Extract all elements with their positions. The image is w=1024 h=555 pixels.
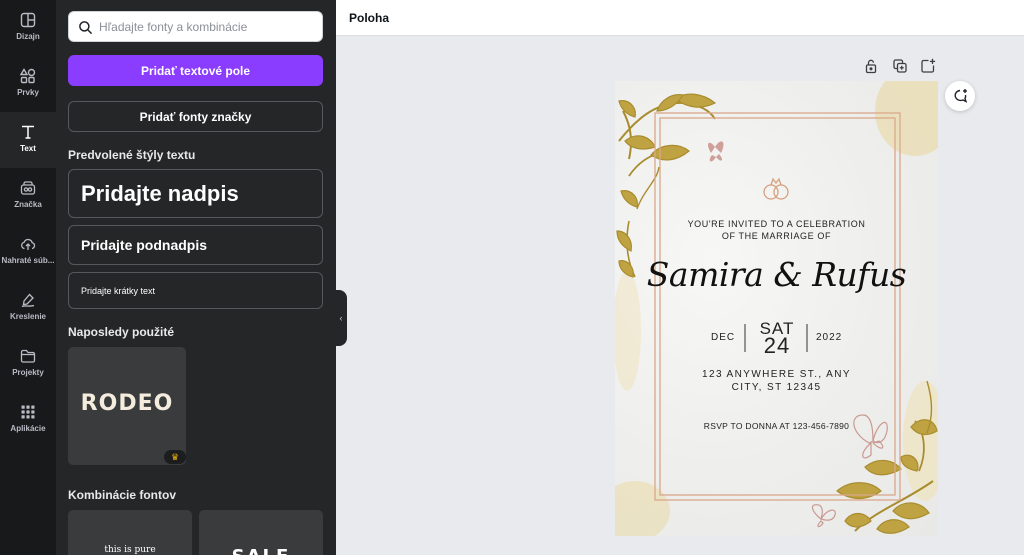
- layout-icon: [20, 12, 36, 28]
- design-page[interactable]: YOU'RE INVITED TO A CELEBRATION OF THE M…: [615, 81, 938, 536]
- rail-item-brand[interactable]: Značka: [0, 168, 56, 224]
- rail-item-label: Projekty: [12, 368, 44, 377]
- rail-item-label: Značka: [14, 200, 42, 209]
- gold-floral-ornament-top-left: [616, 93, 717, 278]
- search-icon: [79, 21, 93, 35]
- font-combination-card[interactable]: this is pure: [68, 510, 192, 555]
- chevron-left-icon: ‹: [339, 313, 343, 323]
- font-search-input[interactable]: [99, 16, 314, 38]
- lock-icon[interactable]: [863, 58, 879, 74]
- rsvp-line[interactable]: RSVP TO DONNA AT 123-456-7890: [615, 421, 938, 431]
- wedding-rings-icon: [763, 177, 789, 200]
- font-combination-preview: SALE: [199, 546, 323, 555]
- invitation-line-2[interactable]: OF THE MARRIAGE OF: [615, 231, 938, 241]
- font-search-box[interactable]: [68, 11, 323, 42]
- font-combination-preview: this is pure: [104, 545, 156, 555]
- collapse-panel-button[interactable]: ‹: [335, 290, 347, 346]
- recent-font-preview: RODEO: [80, 391, 174, 416]
- date-year[interactable]: 2022: [816, 332, 842, 343]
- rail-item-label: Text: [20, 144, 36, 153]
- add-comment-button[interactable]: [945, 81, 975, 111]
- shapes-icon: [20, 68, 36, 84]
- add-brand-fonts-button[interactable]: Pridať fonty značky: [68, 101, 323, 132]
- rail-item-design[interactable]: Dizajn: [0, 0, 56, 56]
- rail-item-label: Kreslenie: [9, 312, 47, 321]
- rail-item-label: Dizajn: [16, 32, 40, 41]
- recent-font-card[interactable]: RODEO: [68, 347, 186, 465]
- add-text-box-button[interactable]: Pridať textové pole: [68, 55, 323, 86]
- rail-item-apps[interactable]: Aplikácie: [0, 392, 56, 448]
- address-line-2[interactable]: CITY, ST 12345: [615, 382, 938, 393]
- rail-item-text[interactable]: Text: [0, 112, 56, 168]
- date-month[interactable]: DEC: [711, 332, 735, 343]
- draw-icon: [21, 293, 35, 308]
- rail-item-elements[interactable]: Prvky: [0, 56, 56, 112]
- butterfly-ornament: [708, 141, 724, 162]
- apps-grid-icon: [21, 405, 35, 419]
- recently-used-title: Naposledy použité: [68, 325, 175, 339]
- position-button[interactable]: Poloha: [349, 11, 389, 25]
- rail-item-label: Prvky: [17, 88, 39, 97]
- rail-item-label: Aplikácie: [10, 424, 46, 433]
- text-side-panel: Pridať textové pole Pridať fonty značky …: [56, 0, 336, 555]
- brand-icon: [20, 181, 36, 195]
- rail-item-draw[interactable]: Kreslenie: [0, 280, 56, 336]
- rail-item-uploads[interactable]: Nahraté súb...: [0, 224, 56, 280]
- address-line-1[interactable]: 123 ANYWHERE ST., ANY: [615, 369, 938, 380]
- font-combination-card[interactable]: SALE: [199, 510, 323, 555]
- crown-icon: ♛: [164, 450, 186, 464]
- date-day[interactable]: 24: [753, 333, 801, 359]
- invitation-artwork: [615, 81, 938, 536]
- cloud-upload-icon: [21, 238, 36, 250]
- folder-icon: [20, 349, 36, 363]
- invitation-line-1[interactable]: YOU'RE INVITED TO A CELEBRATION: [615, 219, 938, 229]
- add-body-text-style[interactable]: Pridajte krátky text: [68, 272, 323, 309]
- top-toolbar: Poloha: [336, 0, 1024, 36]
- add-subheading-style[interactable]: Pridajte podnadpis: [68, 225, 323, 265]
- add-heading-style[interactable]: Pridajte nadpis: [68, 169, 323, 218]
- couple-names[interactable]: Samira & Rufus: [615, 255, 938, 294]
- text-icon: [22, 125, 34, 139]
- font-combinations-title: Kombinácie fontov: [68, 488, 177, 502]
- double-frame: [654, 112, 901, 501]
- rail-item-label: Nahraté súb...: [1, 256, 55, 265]
- duplicate-page-icon[interactable]: [892, 58, 908, 74]
- rail-item-projects[interactable]: Projekty: [0, 336, 56, 392]
- add-page-icon[interactable]: [920, 58, 936, 74]
- default-styles-title: Predvolené štýly textu: [68, 148, 196, 162]
- comment-add-icon: [954, 89, 968, 103]
- left-navigation-rail: Dizajn Prvky Text Značka Nahraté súb... …: [0, 0, 56, 555]
